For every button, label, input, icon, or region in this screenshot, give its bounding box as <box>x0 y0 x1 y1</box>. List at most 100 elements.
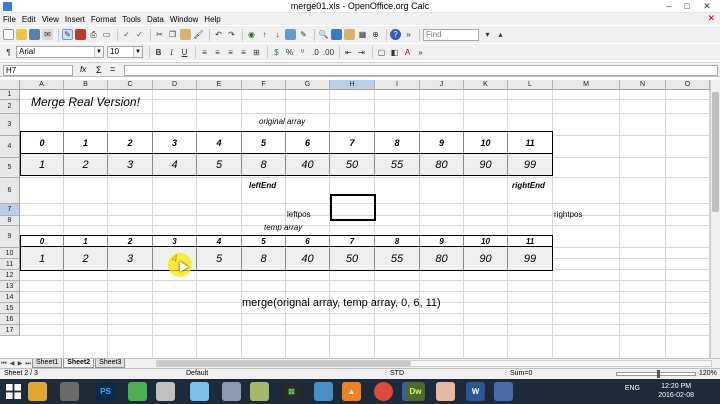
temp-index-cell[interactable]: 3 <box>153 236 197 246</box>
value-cell[interactable]: 3 <box>108 154 153 175</box>
row-header-14[interactable]: 14 <box>0 292 20 303</box>
chrome-icon[interactable] <box>374 382 393 401</box>
first-sheet-icon[interactable]: ⏮ <box>0 360 8 368</box>
index-cell[interactable]: 8 <box>375 132 420 153</box>
find-next-icon[interactable]: ▾ <box>482 29 493 40</box>
vertical-scrollbar[interactable] <box>710 80 720 358</box>
zoom-level[interactable]: 120% <box>699 370 717 377</box>
menu-help[interactable]: Help <box>204 15 220 24</box>
camtasia-icon[interactable]: ⊠ <box>282 382 301 401</box>
row-header-2[interactable]: 2 <box>0 100 20 114</box>
index-cell[interactable]: 10 <box>464 132 508 153</box>
index-cell[interactable]: 5 <box>242 132 286 153</box>
selection-mode[interactable]: STD <box>390 370 404 377</box>
find-prev-icon[interactable]: ▴ <box>495 29 506 40</box>
virtualbox-icon[interactable] <box>222 382 241 401</box>
select-all-corner[interactable] <box>0 80 20 90</box>
app-blue-icon[interactable] <box>190 382 209 401</box>
more-formatting-icon[interactable]: » <box>415 47 426 58</box>
column-header-n[interactable]: N <box>620 80 666 90</box>
find-input[interactable]: Find <box>423 28 479 41</box>
row-header-13[interactable]: 13 <box>0 281 20 292</box>
export-pdf-icon[interactable] <box>75 29 86 40</box>
value-cell[interactable]: 80 <box>420 154 464 175</box>
row-header-4[interactable]: 4 <box>0 136 20 158</box>
delete-decimal-icon[interactable]: .00 <box>323 47 334 58</box>
row-header-9[interactable]: 9 <box>0 226 20 248</box>
column-header-m[interactable]: M <box>553 80 620 90</box>
spreadsheet-grid[interactable]: ABCDEFGHIJKLMNO 1 2 3 4 5 6 7 8 9 10 11 12 13 14 15 16 1… <box>0 80 710 358</box>
print-icon[interactable]: ⎙ <box>88 29 99 40</box>
temp-value-cell[interactable]: 2 <box>64 247 108 270</box>
horizontal-scroll-thumb[interactable] <box>157 361 411 366</box>
data-sources-icon[interactable]: ▦ <box>357 29 368 40</box>
selected-cell[interactable] <box>330 194 376 221</box>
row-header-16[interactable]: 16 <box>0 314 20 325</box>
open-folder-icon[interactable] <box>16 29 27 40</box>
function-wizard-button[interactable]: fx <box>80 65 86 74</box>
add-decimal-icon[interactable]: .0 <box>310 47 321 58</box>
value-cell[interactable]: 4 <box>153 154 197 175</box>
email-icon[interactable]: ✉ <box>42 29 53 40</box>
tab-sheet1[interactable]: Sheet1 <box>32 359 63 368</box>
spellcheck-icon[interactable]: ✓ <box>121 29 132 40</box>
row-header-11[interactable]: 11 <box>0 259 20 270</box>
align-left-icon[interactable]: ≡ <box>199 47 210 58</box>
cut-icon[interactable]: ✂ <box>154 29 165 40</box>
column-header-i[interactable]: I <box>375 80 420 90</box>
sticky-icon[interactable] <box>60 382 79 401</box>
document-close-icon[interactable]: ✕ <box>707 13 715 24</box>
temp-index-cell[interactable]: 4 <box>197 236 242 246</box>
page-style[interactable]: Default <box>186 370 208 377</box>
temp-index-cell[interactable]: 5 <box>242 236 286 246</box>
percent-icon[interactable]: % <box>284 47 295 58</box>
value-cell[interactable]: 90 <box>464 154 508 175</box>
navigator-icon[interactable] <box>331 29 342 40</box>
menu-insert[interactable]: Insert <box>65 15 85 24</box>
name-box[interactable]: H7 <box>3 65 73 76</box>
language-indicator[interactable]: ENG <box>625 385 640 392</box>
temp-index-cell[interactable]: 6 <box>286 236 330 246</box>
font-name-select[interactable]: Arial ▼ <box>16 46 104 58</box>
formula-input[interactable] <box>124 65 718 76</box>
row-header-7[interactable]: 7 <box>0 204 20 216</box>
column-header-g[interactable]: G <box>286 80 330 90</box>
word-icon[interactable]: W <box>466 382 485 401</box>
menu-edit[interactable]: Edit <box>22 15 36 24</box>
font-color-icon[interactable]: A <box>402 47 413 58</box>
app-green-icon[interactable] <box>128 382 147 401</box>
temp-index-cell[interactable]: 0 <box>20 236 64 246</box>
last-sheet-icon[interactable]: ⏭ <box>24 360 32 368</box>
photoshop-icon[interactable]: PS <box>96 382 115 401</box>
value-cell[interactable]: 2 <box>64 154 108 175</box>
temp-index-cell[interactable]: 9 <box>420 236 464 246</box>
index-cell[interactable]: 2 <box>108 132 153 153</box>
align-center-icon[interactable]: ≡ <box>212 47 223 58</box>
temp-value-cell[interactable]: 1 <box>20 247 64 270</box>
gallery-icon[interactable] <box>344 29 355 40</box>
value-cell[interactable]: 1 <box>20 154 64 175</box>
background-color-icon[interactable]: ◧ <box>389 47 400 58</box>
temp-index-cell[interactable]: 11 <box>508 236 553 246</box>
row-header-5[interactable]: 5 <box>0 158 20 178</box>
copy-icon[interactable]: ❐ <box>167 29 178 40</box>
hyperlink-icon[interactable]: ◉ <box>246 29 257 40</box>
zoom-icon[interactable]: ⊕ <box>370 29 381 40</box>
app-window-icon[interactable] <box>494 382 513 401</box>
currency-icon[interactable]: $ <box>271 47 282 58</box>
sort-descending-icon[interactable]: ↓ <box>272 29 283 40</box>
sum-button[interactable]: Σ <box>96 65 102 75</box>
temp-value-cell[interactable]: 80 <box>420 247 464 270</box>
temp-value-cell[interactable]: 90 <box>464 247 508 270</box>
chart-icon[interactable] <box>285 29 296 40</box>
decrease-indent-icon[interactable]: ⇤ <box>343 47 354 58</box>
horizontal-scrollbar[interactable] <box>156 360 712 367</box>
column-header-a[interactable]: A <box>20 80 64 90</box>
row-header-6[interactable]: 6 <box>0 178 20 204</box>
app-paint-icon[interactable] <box>436 382 455 401</box>
temp-value-cell[interactable]: 55 <box>375 247 420 270</box>
page-preview-icon[interactable]: ▭ <box>101 29 112 40</box>
align-right-icon[interactable]: ≡ <box>225 47 236 58</box>
column-header-c[interactable]: C <box>108 80 153 90</box>
value-cell[interactable]: 40 <box>286 154 330 175</box>
